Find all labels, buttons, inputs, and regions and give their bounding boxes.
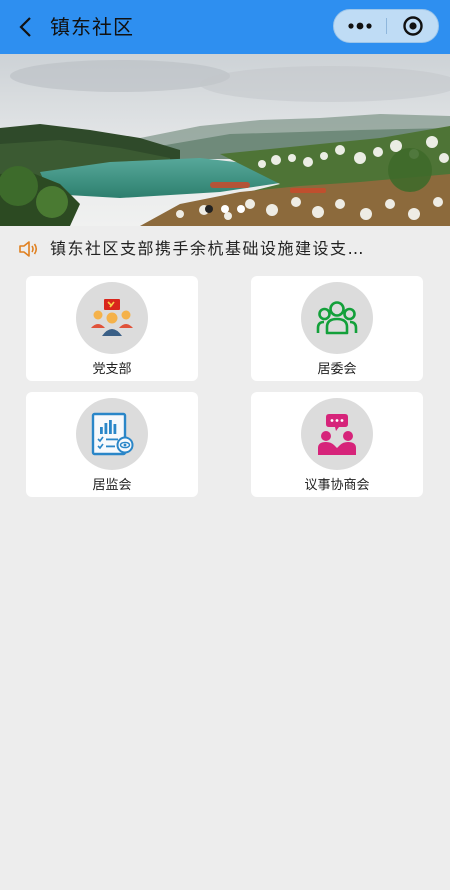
carousel-dot[interactable]: [237, 205, 245, 213]
banner-carousel[interactable]: [0, 54, 450, 226]
icon-circle: [301, 282, 373, 354]
icon-circle: [76, 398, 148, 470]
supervision-report-icon: [91, 412, 134, 456]
mini-program-capsule: [333, 9, 439, 43]
page-title: 镇东社区: [50, 15, 134, 39]
grid-item-residents-committee[interactable]: 居委会: [251, 276, 423, 381]
banner-image: [0, 54, 450, 226]
grid-item-label: 居监会: [92, 478, 132, 493]
grid-item-label: 议事协商会: [304, 478, 370, 493]
grid-item-label: 居委会: [317, 362, 357, 377]
icon-circle: [301, 398, 373, 470]
nav-header: 镇东社区: [0, 0, 450, 54]
back-button[interactable]: [14, 13, 36, 41]
chevron-left-icon: [19, 17, 31, 37]
party-branch-icon: [91, 299, 133, 336]
carousel-dot[interactable]: [221, 205, 229, 213]
carousel-indicators: [0, 205, 450, 215]
icon-circle: [76, 282, 148, 354]
grid-item-supervision[interactable]: 居监会: [26, 392, 198, 497]
notice-text: 镇东社区支部携手余杭基础设施建设支…: [50, 239, 366, 258]
more-dots-icon: [348, 22, 372, 30]
discussion-meeting-icon: [318, 414, 356, 455]
close-miniprogram-button[interactable]: [387, 10, 439, 42]
grid-item-party-branch[interactable]: 党支部: [26, 276, 198, 381]
more-button[interactable]: [334, 10, 386, 42]
speaker-icon: [19, 241, 38, 257]
notice-bar[interactable]: 镇东社区支部携手余杭基础设施建设支…: [0, 226, 450, 272]
target-icon: [403, 16, 423, 36]
carousel-dot[interactable]: [205, 205, 213, 213]
grid-item-deliberation[interactable]: 议事协商会: [251, 392, 423, 497]
committee-group-icon: [316, 301, 358, 335]
grid-item-label: 党支部: [92, 362, 132, 377]
